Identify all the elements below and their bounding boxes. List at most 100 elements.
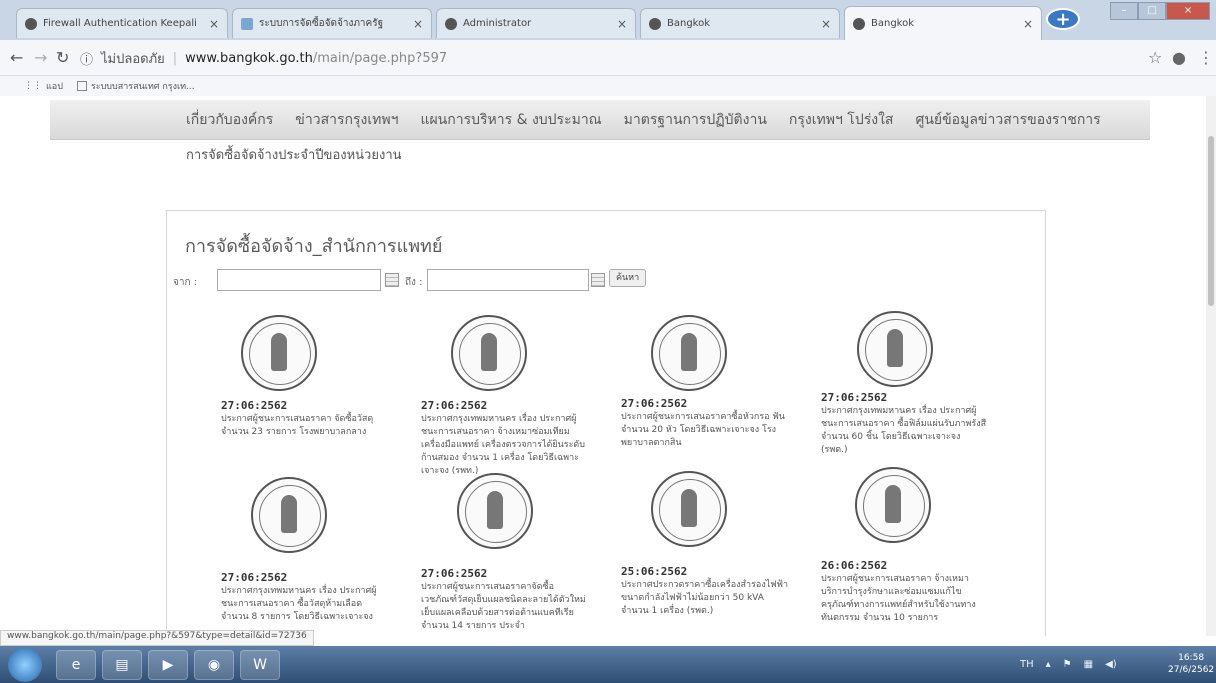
chrome-icon[interactable]: ◉ (194, 650, 234, 680)
procurement-panel: การจัดซื้อจัดจ้าง_สำนักการแพทย์ จาก : ถึ… (166, 210, 1046, 636)
item-date: 27:06:2562 (221, 571, 288, 584)
globe-icon (445, 17, 457, 30)
bangkok-seal-icon (457, 473, 533, 549)
to-date-input[interactable] (427, 269, 589, 291)
from-date-input[interactable] (217, 269, 381, 291)
media-player-icon[interactable]: ▶ (148, 650, 188, 680)
network-icon[interactable]: ▦ (1084, 659, 1093, 670)
tab-firewall[interactable]: Firewall Authentication Keepali × (16, 8, 228, 38)
list-item[interactable]: 27:06:2562 ประกาศผู้ชนะการเสนอราคา จัดซื… (221, 315, 411, 445)
close-icon[interactable]: × (209, 17, 219, 31)
browser-toolbar: ← → ↻ ⓘ ไม่ปลอดภัย | www.bangkok.go.th /… (0, 40, 1216, 76)
close-icon[interactable]: × (1023, 17, 1033, 31)
tab-label: Administrator (463, 18, 532, 29)
from-label: จาก : (173, 277, 198, 288)
forward-arrow-icon[interactable]: → (34, 48, 47, 67)
page-scrollbar[interactable] (1206, 96, 1216, 636)
info-icon[interactable]: ⓘ (80, 49, 93, 68)
reload-icon[interactable]: ↻ (56, 48, 69, 67)
list-item[interactable]: 25:06:2562 ประกาศประกวดราคาซื้อเครื่องสำ… (621, 471, 811, 616)
language-indicator[interactable]: TH (1020, 659, 1034, 670)
calendar-icon[interactable] (385, 273, 399, 287)
clock[interactable]: 16:58 27/6/2562 (1168, 652, 1214, 676)
item-date: 26:06:2562 (821, 559, 888, 572)
bangkok-seal-icon (857, 311, 933, 387)
nav-item-plan-budget[interactable]: แผนการบริหาร & งบประมาณ (420, 109, 601, 131)
list-item[interactable]: 27:06:2562 ประกาศกรุงเทพมหานคร เรื่อง ปร… (821, 311, 1011, 455)
maximize-button[interactable]: □ (1138, 2, 1167, 20)
bangkok-seal-icon (251, 477, 327, 553)
tab-label: Bangkok (871, 18, 915, 29)
system-tray: TH ▴ ⚑ ▦ ◀) (1020, 646, 1117, 683)
bangkok-seal-icon (855, 467, 931, 543)
tab-administrator[interactable]: Administrator × (436, 8, 636, 38)
bangkok-seal-icon (241, 315, 317, 391)
nav-item-about[interactable]: เกี่ยวกับองค์กร (186, 109, 273, 131)
close-icon[interactable]: × (821, 17, 831, 31)
list-item[interactable]: 27:06:2562 ประกาศผู้ชนะการเสนอราคาจัดซื้… (421, 473, 611, 631)
item-description[interactable]: ประกาศผู้ชนะการเสนอราคาจัดซื้อเวชภัณฑ์วั… (421, 581, 589, 633)
bookmark-apps[interactable]: ⋮⋮ แอป (24, 79, 63, 93)
new-tab-button[interactable]: + (1046, 8, 1080, 30)
list-item[interactable]: 26:06:2562 ประกาศผู้ชนะการเสนอราคา จ้างเ… (821, 467, 1011, 623)
tab-bangkok-active[interactable]: Bangkok × (844, 6, 1042, 40)
close-icon[interactable]: × (413, 17, 423, 31)
insecure-label: ไม่ปลอดภัย (101, 51, 165, 67)
close-window-button[interactable]: × (1166, 2, 1210, 20)
site-navigation: เกี่ยวกับองค์กร ข่าวสารกรุงเทพฯ แผนการบร… (50, 100, 1150, 140)
item-description[interactable]: ประกาศกรุงเทพมหานคร เรื่อง ประกาศผู้ชนะก… (421, 413, 589, 478)
address-bar[interactable]: ⓘ ไม่ปลอดภัย | www.bangkok.go.th /main/p… (80, 46, 960, 70)
item-description[interactable]: ประกาศกรุงเทพมหานคร เรื่อง ประกาศผู้ชนะก… (821, 405, 989, 457)
nav-item-standards[interactable]: มาตรฐานการปฏิบัติงาน (624, 109, 767, 131)
minimize-button[interactable]: – (1110, 2, 1139, 20)
window-controls: – □ × (1110, 2, 1210, 22)
list-item[interactable]: 27:06:2562 ประกาศผู้ชนะการเสนอราคาซื้อหั… (621, 315, 811, 448)
profile-icon[interactable]: ● (1172, 48, 1186, 67)
taskbar: e ▤ ▶ ◉ W TH ▴ ⚑ ▦ ◀) 16:58 27/6/2562 (0, 646, 1216, 683)
word-icon[interactable]: W (240, 650, 280, 680)
calendar-icon[interactable] (591, 273, 605, 287)
tab-bangkok[interactable]: Bangkok × (640, 8, 840, 38)
item-date: 27:06:2562 (221, 399, 288, 412)
nav-item-news[interactable]: ข่าวสารกรุงเทพฯ (295, 109, 398, 131)
item-date: 27:06:2562 (821, 391, 888, 404)
list-item[interactable]: 27:06:2562 ประกาศกรุงเทพมหานคร เรื่อง ปร… (221, 477, 411, 622)
bookmark-label: ระบบบสารสนเทศ กรุงเท... (90, 82, 195, 92)
bangkok-seal-icon (651, 315, 727, 391)
star-icon[interactable]: ☆ (1148, 48, 1162, 67)
search-button[interactable]: ค้นหา (609, 269, 647, 287)
nav-item-info-center[interactable]: ศูนย์ข้อมูลข่าวสารของราชการ (915, 109, 1100, 131)
file-explorer-icon[interactable]: ▤ (102, 650, 142, 680)
flag-icon[interactable]: ⚑ (1063, 659, 1072, 670)
item-date: 27:06:2562 (421, 399, 488, 412)
url-path: /main/page.php?597 (312, 50, 448, 66)
bookmarks-bar: ⋮⋮ แอป ระบบบสารสนเทศ กรุงเท... (0, 76, 1216, 96)
bookmark-info-system[interactable]: ระบบบสารสนเทศ กรุงเท... (76, 79, 195, 93)
item-description[interactable]: ประกาศผู้ชนะการเสนอราคาซื้อหัวกรอ ฟันจำน… (621, 411, 789, 450)
breadcrumb: การจัดซื้อจัดจ้างประจำปีของหน่วยงาน (186, 148, 402, 163)
globe-icon (853, 17, 865, 30)
back-arrow-icon[interactable]: ← (10, 48, 23, 67)
tab-egp[interactable]: ระบบการจัดซื้อจัดจ้างภาครัฐ × (232, 8, 432, 38)
close-icon[interactable]: × (617, 17, 627, 31)
ie-icon[interactable]: e (56, 650, 96, 680)
item-description[interactable]: ประกาศประกวดราคาซื้อเครื่องสำรองไฟฟ้าขนา… (621, 579, 789, 618)
apps-grid-icon: ⋮⋮ (24, 81, 42, 91)
item-description[interactable]: ประกาศผู้ชนะการเสนอราคา จ้างเหมาบริการบำ… (821, 573, 989, 625)
page-icon (76, 81, 87, 91)
menu-dots-icon[interactable]: ⋮ (1198, 48, 1214, 67)
chevron-up-icon[interactable]: ▴ (1046, 659, 1051, 670)
item-description[interactable]: ประกาศผู้ชนะการเสนอราคา จัดซื้อวัสดุ จำน… (221, 413, 389, 439)
start-button[interactable] (8, 648, 42, 682)
status-url: www.bangkok.go.th/main/page.php?&597&typ… (0, 630, 314, 646)
globe-icon (25, 17, 37, 30)
item-description[interactable]: ประกาศกรุงเทพมหานคร เรื่อง ประกาศผู้ชนะก… (221, 585, 389, 624)
page-content: เกี่ยวกับองค์กร ข่าวสารกรุงเทพฯ แผนการบร… (0, 96, 1216, 636)
list-item[interactable]: 27:06:2562 ประกาศกรุงเทพมหานคร เรื่อง ปร… (421, 315, 611, 476)
scrollbar-thumb[interactable] (1208, 136, 1214, 306)
volume-icon[interactable]: ◀) (1105, 659, 1117, 670)
tab-label: Bangkok (667, 18, 711, 29)
item-date: 25:06:2562 (621, 565, 688, 578)
nav-item-transparency[interactable]: กรุงเทพฯ โปร่งใส (789, 109, 894, 131)
item-date: 27:06:2562 (621, 397, 688, 410)
